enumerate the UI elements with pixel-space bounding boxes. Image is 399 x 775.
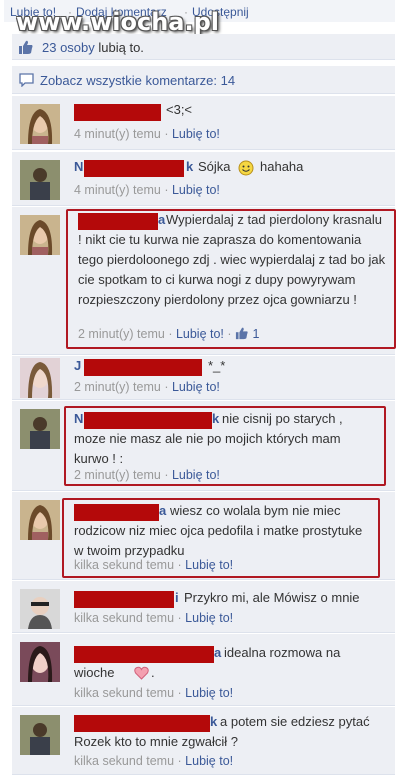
comment-bubble-icon	[19, 73, 34, 90]
comment: a Wypierdalaj z tad pierdolony krasnalu …	[12, 207, 396, 355]
comment-text: a potem sie edziesz pytać Rozek kto to m…	[74, 714, 370, 749]
author-name-suffix[interactable]: i	[175, 588, 179, 608]
comment-time: kilka sekund temu	[74, 754, 175, 768]
avatar[interactable]	[20, 358, 60, 398]
comment-time: kilka sekund temu	[74, 686, 175, 700]
thumbs-up-icon	[18, 39, 34, 58]
watermark-logo: www.wiocha.pl	[16, 8, 220, 36]
comment-text-2: hahaha	[260, 159, 304, 174]
highlight-box	[64, 406, 386, 486]
facebook-post-comments: Lubię to! · Dodaj komentarz · Udostępnij…	[4, 0, 396, 775]
comment: J *_* 2 minut(y) temu · Lubię to!	[12, 356, 395, 400]
comment: a wiesz co wolala bym nie miec rodzicow …	[12, 492, 395, 580]
comment: k a potem sie edziesz pytać Rozek kto to…	[12, 707, 395, 775]
comment-time: kilka sekund temu	[74, 611, 175, 625]
redacted-author-name	[84, 359, 202, 376]
like-comment-link[interactable]: Lubię to!	[172, 380, 220, 394]
avatar[interactable]	[20, 409, 60, 449]
author-name-prefix[interactable]: N	[74, 157, 83, 177]
smiley-icon	[238, 160, 254, 179]
comment-text: *_*	[208, 358, 226, 373]
comment-text: idealna rozmowa na wioche	[74, 645, 341, 680]
likes-summary: 23 osoby lubią to.	[12, 34, 395, 60]
comment-time: 4 minut(y) temu	[74, 127, 161, 141]
like-comment-link[interactable]: Lubię to!	[172, 127, 220, 141]
comment: N k Sójka hahaha 4 minut(y) temu · Lubię…	[12, 152, 395, 206]
highlight-box	[62, 498, 380, 578]
comment-time: 2 minut(y) temu	[74, 380, 161, 394]
comment-text: Sójka	[198, 159, 231, 174]
likers-link[interactable]: 23 osoby	[42, 40, 95, 55]
comment: a idealna rozmowa na wioche . kilka seku…	[12, 634, 395, 706]
avatar[interactable]	[20, 104, 60, 144]
comment: i Przykro mi, ale Mówisz o mnie kilka se…	[12, 581, 395, 633]
avatar[interactable]	[20, 589, 60, 629]
author-name-prefix[interactable]: J	[74, 356, 81, 376]
like-comment-link[interactable]: Lubię to!	[185, 686, 233, 700]
like-comment-link[interactable]: Lubię to!	[172, 183, 220, 197]
like-comment-link[interactable]: Lubię to!	[185, 611, 233, 625]
see-all-comments[interactable]: Zobacz wszystkie komentarze: 14	[12, 66, 395, 94]
avatar[interactable]	[20, 215, 60, 255]
comment: <3;< 4 minut(y) temu · Lubię to!	[12, 96, 395, 150]
avatar[interactable]	[20, 715, 60, 755]
redacted-author-name	[74, 104, 161, 121]
avatar[interactable]	[20, 642, 60, 682]
comment: N k nie cisnij po starych , moze nie mas…	[12, 401, 395, 491]
comment-text: Przykro mi, ale Mówisz o mnie	[184, 590, 360, 605]
highlight-box	[66, 209, 396, 349]
author-name-suffix[interactable]: k	[186, 157, 193, 177]
avatar[interactable]	[20, 500, 60, 540]
comment-time: 4 minut(y) temu	[74, 183, 161, 197]
redacted-author-name	[74, 591, 174, 608]
avatar[interactable]	[20, 160, 60, 200]
redacted-author-name	[84, 160, 184, 177]
see-all-label: Zobacz wszystkie komentarze: 14	[40, 73, 236, 88]
like-comment-link[interactable]: Lubię to!	[185, 754, 233, 768]
likes-text: lubią to.	[98, 40, 144, 55]
comment-text: <3;<	[166, 102, 193, 117]
punctuation: .	[151, 665, 155, 680]
heart-icon	[134, 666, 149, 683]
